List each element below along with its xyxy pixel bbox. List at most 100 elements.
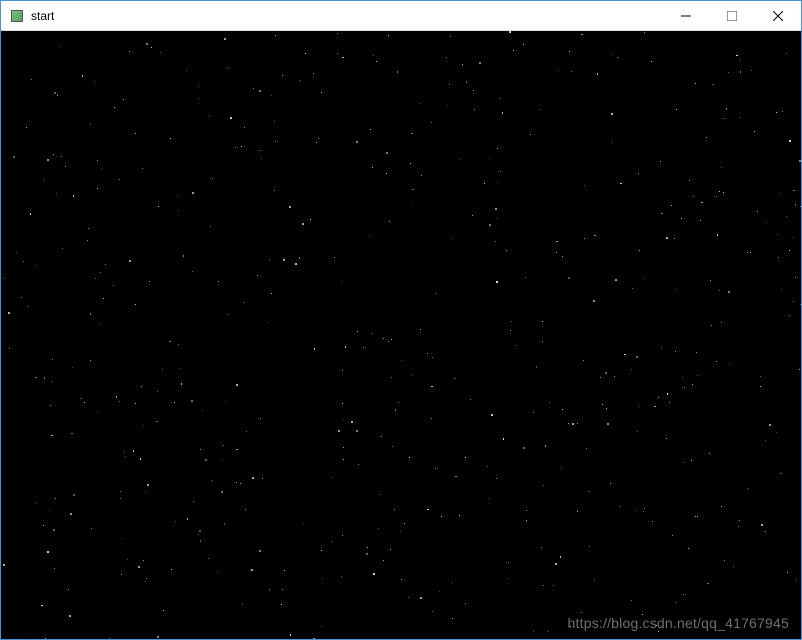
minimize-button[interactable] [663, 1, 709, 30]
star [787, 572, 788, 573]
maximize-button[interactable] [709, 1, 755, 30]
star [70, 513, 72, 515]
star [72, 367, 73, 368]
star [489, 498, 490, 499]
star [419, 103, 420, 104]
star [138, 566, 140, 568]
star [259, 90, 261, 92]
close-button[interactable] [755, 1, 801, 30]
star [123, 99, 124, 100]
star [388, 35, 389, 36]
star [192, 192, 194, 194]
star [540, 109, 541, 110]
star [337, 33, 338, 34]
star [357, 331, 358, 332]
star [198, 98, 199, 99]
star [392, 446, 393, 447]
star [747, 252, 748, 253]
star [740, 71, 742, 73]
star [684, 387, 685, 388]
star [47, 551, 49, 553]
star [447, 105, 448, 106]
star [427, 509, 429, 511]
star [799, 369, 800, 370]
star [688, 548, 690, 550]
star [439, 591, 440, 592]
star [181, 383, 183, 385]
star [614, 376, 615, 377]
star [602, 404, 603, 405]
star [52, 359, 53, 360]
star [611, 113, 613, 115]
star [321, 626, 323, 628]
star [147, 484, 149, 486]
star [729, 364, 731, 366]
star [474, 109, 475, 110]
star [373, 573, 375, 575]
star [643, 511, 644, 512]
star [644, 508, 645, 509]
star [739, 59, 740, 60]
star [549, 402, 550, 403]
star [314, 348, 316, 350]
star [30, 213, 32, 215]
star [786, 216, 787, 217]
star [696, 352, 697, 353]
star [43, 179, 44, 180]
star [259, 550, 261, 552]
star [313, 638, 315, 639]
star [372, 333, 373, 334]
star [383, 560, 384, 561]
star [697, 375, 698, 376]
star [252, 477, 254, 479]
star [57, 95, 58, 96]
star [145, 581, 146, 582]
star [487, 466, 488, 467]
star [305, 53, 306, 54]
starfield-canvas: https://blog.csdn.net/qq_41767945 [1, 31, 801, 639]
star [568, 423, 569, 424]
star [692, 384, 693, 385]
star [584, 185, 585, 186]
star [343, 447, 345, 449]
star [562, 409, 563, 410]
star [243, 302, 245, 304]
star [466, 81, 468, 83]
star [236, 384, 238, 386]
star [506, 250, 507, 251]
star [370, 129, 371, 130]
star [223, 445, 224, 446]
star [49, 510, 50, 511]
star [724, 560, 725, 561]
star [251, 569, 253, 571]
star [553, 585, 554, 586]
star [271, 95, 272, 96]
star [459, 159, 460, 160]
star [533, 631, 535, 633]
star [391, 339, 392, 340]
star [236, 482, 237, 483]
star [36, 265, 37, 266]
star [435, 468, 436, 469]
star [761, 524, 763, 526]
star [700, 220, 701, 221]
star [660, 161, 661, 162]
star [712, 84, 714, 86]
star [28, 306, 29, 307]
star [91, 528, 92, 529]
star [717, 234, 719, 236]
star [341, 281, 342, 282]
star [16, 252, 17, 253]
star [313, 73, 314, 74]
star [244, 127, 245, 128]
star [212, 178, 214, 180]
star [432, 357, 433, 358]
star [146, 43, 148, 45]
star [100, 272, 101, 273]
star [121, 574, 122, 575]
star [140, 458, 142, 460]
star [261, 158, 262, 159]
star [652, 521, 653, 522]
star [61, 156, 62, 157]
star [624, 354, 626, 356]
